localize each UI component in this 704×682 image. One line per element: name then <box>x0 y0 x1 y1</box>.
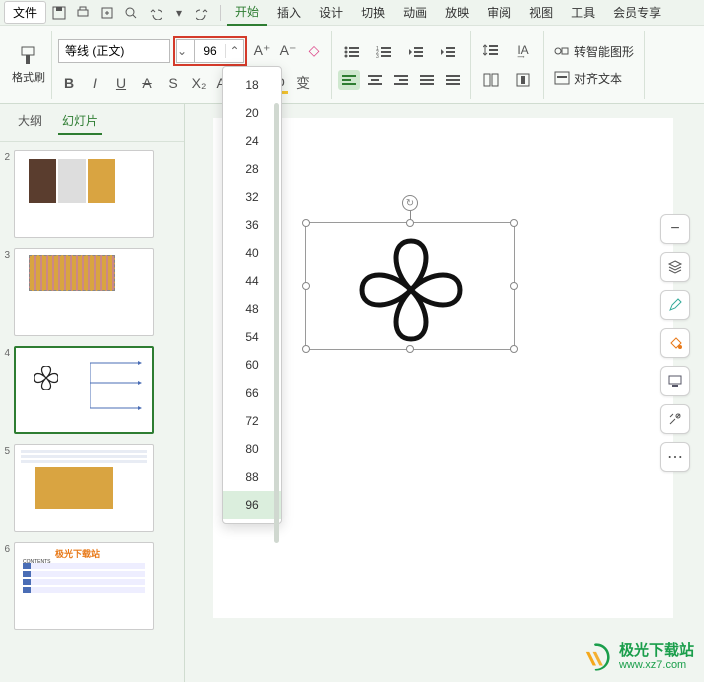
align-text-label: 对齐文本 <box>574 70 622 87</box>
print-icon[interactable] <box>72 2 94 24</box>
smart-graphic-button[interactable]: 转智能图形 <box>550 41 638 62</box>
float-layers-button[interactable] <box>660 252 690 282</box>
increase-indent-button[interactable] <box>434 40 462 64</box>
sidebar-tab-slides[interactable]: 幻灯片 <box>58 110 102 135</box>
slide-thumb-2[interactable] <box>14 150 154 238</box>
handle-tr[interactable] <box>510 219 518 227</box>
redo-icon[interactable] <box>192 2 214 24</box>
float-collapse-button[interactable]: − <box>660 214 690 244</box>
selected-shape[interactable] <box>346 231 476 349</box>
font-size-stepper-icon[interactable]: ⌃ <box>225 44 243 58</box>
thumb-num-4: 4 <box>2 346 14 359</box>
thumb6-title: 极光下载站 <box>55 547 100 560</box>
preview-icon[interactable] <box>120 2 142 24</box>
align-right-button[interactable] <box>390 70 412 90</box>
export-icon[interactable] <box>96 2 118 24</box>
undo-icon[interactable] <box>144 2 166 24</box>
separator <box>220 5 221 21</box>
handle-tm[interactable] <box>406 219 414 227</box>
smart-graphic-icon <box>554 44 570 58</box>
font-size-value: 96 <box>195 44 225 58</box>
watermark-cn: 极光下载站 <box>619 643 694 660</box>
tab-start[interactable]: 开始 <box>227 0 267 26</box>
clear-format-icon[interactable]: ◇ <box>303 40 325 62</box>
tab-insert[interactable]: 插入 <box>269 0 309 25</box>
format-painter-label: 格式刷 <box>12 69 45 85</box>
italic-button[interactable]: I <box>84 72 106 94</box>
underline-button[interactable]: U <box>110 72 132 94</box>
bold-button[interactable]: B <box>58 72 80 94</box>
watermark-url: www.xz7.com <box>619 659 694 671</box>
font-size-dropdown[interactable]: 18 20 24 28 32 36 40 44 48 54 60 66 72 8… <box>222 66 282 524</box>
subscript-button[interactable]: X₂ <box>188 72 210 94</box>
slide-canvas[interactable]: ↻ <box>213 118 673 618</box>
font-family-chevron-icon[interactable]: ⌄ <box>176 39 194 63</box>
file-menu[interactable]: 文件 <box>4 1 46 24</box>
tab-animation[interactable]: 动画 <box>395 0 435 25</box>
font-size-highlight: ⌄ 96 ⌃ <box>173 36 247 66</box>
tab-design[interactable]: 设计 <box>311 0 351 25</box>
thumb-num-2: 2 <box>2 150 14 163</box>
watermark: 极光下载站 www.xz7.com <box>579 640 694 674</box>
numbering-button[interactable]: 123 <box>370 40 398 64</box>
sidebar-tab-outline[interactable]: 大纲 <box>14 110 46 135</box>
tab-review[interactable]: 审阅 <box>479 0 519 25</box>
undo-chevron-icon[interactable]: ▾ <box>168 2 190 24</box>
handle-mr[interactable] <box>510 282 518 290</box>
slide-thumbnails[interactable]: 2 3 4 5 <box>0 142 184 682</box>
thumb-num-5: 5 <box>2 444 14 457</box>
superscript-button[interactable]: S <box>162 72 184 94</box>
format-painter-icon <box>18 45 40 67</box>
thumb-num-3: 3 <box>2 248 14 261</box>
tab-slideshow[interactable]: 放映 <box>437 0 477 25</box>
svg-text:3: 3 <box>376 54 379 58</box>
float-screen-button[interactable] <box>660 366 690 396</box>
align-center-button[interactable] <box>364 70 386 90</box>
text-vertical-button[interactable] <box>509 68 537 92</box>
phonetic-button[interactable]: 变 <box>292 72 314 94</box>
font-family-value: 等线 (正文) <box>59 42 169 59</box>
tab-member[interactable]: 会员专享 <box>605 0 669 25</box>
handle-br[interactable] <box>510 345 518 353</box>
font-family-select[interactable]: 等线 (正文) <box>58 39 170 63</box>
slide-thumb-3[interactable] <box>14 248 154 336</box>
align-left-button[interactable] <box>338 70 360 90</box>
distribute-button[interactable] <box>442 70 464 90</box>
line-spacing-button[interactable] <box>477 38 505 62</box>
float-tools-button[interactable] <box>660 404 690 434</box>
text-direction-button[interactable]: I͢A <box>509 38 537 62</box>
tab-view[interactable]: 视图 <box>521 0 561 25</box>
align-text-button[interactable]: 对齐文本 <box>550 68 638 89</box>
font-size-select[interactable]: 96 ⌃ <box>194 39 244 63</box>
slide-thumb-4[interactable] <box>14 346 154 434</box>
strikethrough-button[interactable]: A <box>136 72 158 94</box>
float-more-button[interactable]: ⋯ <box>660 442 690 472</box>
rotation-handle[interactable]: ↻ <box>402 195 418 211</box>
slide-thumb-5[interactable] <box>14 444 154 532</box>
handle-tl[interactable] <box>302 219 310 227</box>
watermark-icon <box>579 640 613 674</box>
handle-bl[interactable] <box>302 345 310 353</box>
dropdown-scrollbar[interactable] <box>273 73 279 517</box>
align-justify-button[interactable] <box>416 70 438 90</box>
slide-thumb-6[interactable]: 极光下载站 CONTENTS <box>14 542 154 630</box>
format-painter-group[interactable]: 格式刷 <box>6 31 52 99</box>
tab-transition[interactable]: 切换 <box>353 0 393 25</box>
save-icon[interactable] <box>48 2 70 24</box>
decrease-indent-button[interactable] <box>402 40 430 64</box>
tab-tools[interactable]: 工具 <box>563 0 603 25</box>
decrease-font-icon[interactable]: A⁻ <box>277 40 299 62</box>
increase-font-icon[interactable]: A⁺ <box>251 40 273 62</box>
bullets-button[interactable] <box>338 40 366 64</box>
thumb-num-6: 6 <box>2 542 14 555</box>
smart-graphic-label: 转智能图形 <box>574 43 634 60</box>
columns-button[interactable] <box>477 68 505 92</box>
float-bucket-button[interactable] <box>660 328 690 358</box>
align-text-icon <box>554 71 570 85</box>
float-pen-button[interactable] <box>660 290 690 320</box>
selection-box[interactable]: ↻ <box>305 222 515 350</box>
handle-ml[interactable] <box>302 282 310 290</box>
